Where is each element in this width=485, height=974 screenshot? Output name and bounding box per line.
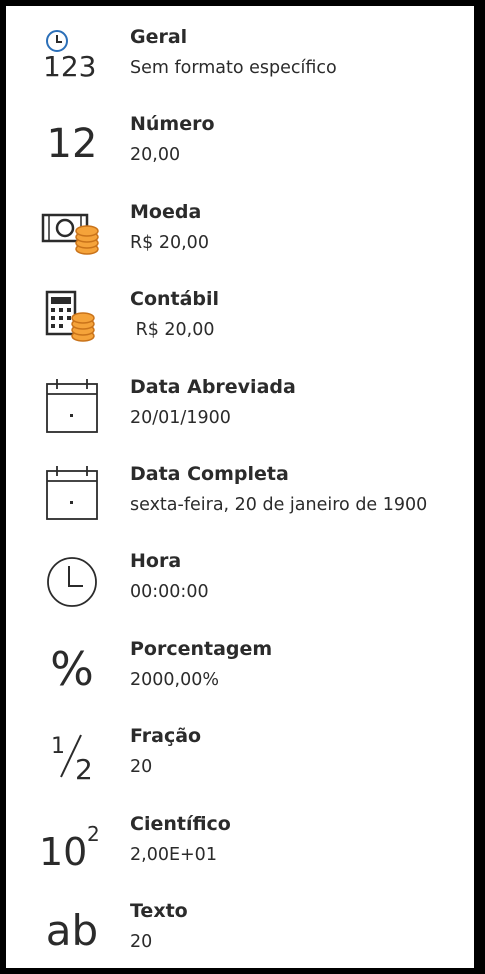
format-example: 2000,00% <box>130 669 219 690</box>
fraction-denominator: 2 <box>75 753 93 786</box>
format-label: Científico <box>130 812 231 835</box>
format-option-data-abreviada[interactable]: Data Abreviada 20/01/1900 <box>12 362 480 449</box>
format-example: 20/01/1900 <box>130 407 231 428</box>
sci-base-glyph: 10 <box>39 830 87 874</box>
format-example: Sem formato específico <box>130 58 337 78</box>
format-option-moeda[interactable]: Moeda R$ 20,00 <box>12 187 480 274</box>
format-example: R$ 20,00 <box>130 320 215 341</box>
format-label: Data Abreviada <box>130 375 296 398</box>
number-12-icon: 12 <box>36 113 108 175</box>
calculator-coins-icon <box>36 288 108 350</box>
format-option-numero[interactable]: 12 Número 20,00 <box>12 99 480 186</box>
scientific-icon: 10 2 <box>36 813 108 875</box>
format-example: 20 <box>130 757 153 778</box>
banknote-coins-icon <box>36 201 108 263</box>
text-ab-icon: ab <box>36 900 108 962</box>
calendar-icon <box>36 376 108 438</box>
format-example: 2,00E+01 <box>130 844 217 865</box>
clock-123-icon: 123 <box>36 26 108 88</box>
fraction-icon: 1 2 <box>36 725 108 787</box>
fraction-numerator: 1 <box>51 734 65 759</box>
format-option-geral[interactable]: 123 Geral Sem formato específico <box>12 12 480 99</box>
format-label: Texto <box>130 899 188 922</box>
format-example: sexta-feira, 20 de janeiro de 1900 <box>130 494 428 515</box>
clock-digits-glyph: 123 <box>43 50 96 83</box>
format-example: 20,00 <box>130 145 181 166</box>
percent-icon: % <box>36 638 108 700</box>
text-glyph: ab <box>45 905 99 955</box>
format-label: Data Completa <box>130 462 289 485</box>
number-glyph: 12 <box>46 121 98 168</box>
format-example: 20 <box>130 931 153 952</box>
format-option-porcentagem[interactable]: % Porcentagem 2000,00% <box>12 624 480 711</box>
format-label: Geral <box>130 26 188 48</box>
format-example: 00:00:00 <box>130 582 209 603</box>
sci-exponent-glyph: 2 <box>87 822 100 846</box>
format-option-hora[interactable]: Hora 00:00:00 <box>12 536 480 623</box>
number-format-list: 123 Geral Sem formato específico 12 Núme… <box>12 12 480 973</box>
calendar-icon <box>36 463 108 525</box>
format-option-texto[interactable]: ab Texto 20 <box>12 886 480 973</box>
format-label: Número <box>130 113 215 136</box>
format-option-cientifico[interactable]: 10 2 Científico 2,00E+01 <box>12 799 480 886</box>
format-example: R$ 20,00 <box>130 232 209 253</box>
format-option-contabil[interactable]: Contábil R$ 20,00 <box>12 274 480 361</box>
format-option-data-completa[interactable]: Data Completa sexta-feira, 20 de janeiro… <box>12 449 480 536</box>
format-option-fracao[interactable]: 1 2 Fração 20 <box>12 711 480 798</box>
number-format-dropdown: 123 Geral Sem formato específico 12 Núme… <box>0 0 485 974</box>
format-label: Porcentagem <box>130 637 273 660</box>
format-label: Contábil <box>130 288 220 311</box>
format-label: Moeda <box>130 200 202 223</box>
clock-icon <box>36 550 108 612</box>
percent-glyph: % <box>50 641 94 696</box>
format-label: Fração <box>130 725 202 748</box>
format-label: Hora <box>130 550 182 573</box>
